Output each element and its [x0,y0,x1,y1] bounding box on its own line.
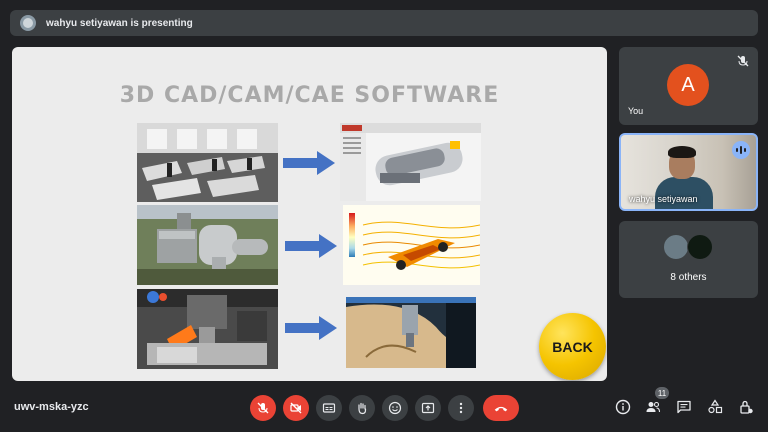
participant-tile-others[interactable]: 8 others [619,221,758,298]
emoji-icon [388,401,402,415]
arrow-right-icon [285,234,337,258]
meet-window: wahyu setiyawan is presenting 3D CAD/CAM… [0,0,768,432]
emoji-reaction-button[interactable] [382,395,408,421]
arrow-right-icon [285,316,337,340]
chat-button[interactable] [675,398,693,416]
raise-hand-icon [358,402,367,415]
presenting-text: wahyu setiyawan is presenting [46,17,193,29]
plant-3d-model [137,205,278,285]
participant-tile-you[interactable]: A You [619,47,758,125]
presenter-hair [668,146,696,158]
lock-person-icon [740,400,753,414]
presenting-banner: wahyu setiyawan is presenting [10,10,758,36]
presenter-avatar [20,15,36,31]
cnc-machining-photo [137,289,278,369]
participant-tile-presenter[interactable]: wahyu setiyawan [619,133,758,211]
host-controls-button[interactable] [737,398,755,416]
avatar [663,234,689,260]
chat-icon [677,400,691,414]
participant-name: wahyu setiyawan [629,194,698,204]
participant-count-badge: 11 [655,387,669,399]
present-now-button[interactable] [415,395,441,421]
arrow-right-icon [283,151,335,175]
people-button[interactable] [644,398,662,416]
speaking-indicator-icon [732,141,750,159]
more-options-button[interactable] [448,395,474,421]
cfd-simulation-screenshot [343,205,480,285]
mic-off-icon [257,402,269,414]
people-icon [646,401,661,413]
activities-button[interactable] [706,398,724,416]
meeting-details-button[interactable] [614,398,632,416]
cam-toolpath-screenshot [346,297,476,368]
leave-call-button[interactable] [483,395,519,421]
activities-icon [708,399,723,414]
mic-off-icon [737,55,749,67]
camera-toggle-button[interactable] [283,395,309,421]
end-call-icon [494,406,508,412]
raise-hand-button[interactable] [349,395,375,421]
camera-off-icon [290,402,302,414]
participant-name: You [628,106,644,116]
slide-title: 3D CAD/CAM/CAE SOFTWARE [119,83,500,108]
captions-button[interactable] [316,395,342,421]
info-icon [615,399,631,415]
meeting-code: uwv-mska-yzc [14,401,89,413]
back-button[interactable]: BACK [539,313,606,380]
mic-toggle-button[interactable] [250,395,276,421]
avatar [687,234,713,260]
present-icon [421,402,435,414]
drafting-room-photo [137,123,278,202]
cad-software-screenshot [340,123,481,201]
presentation-stage: 3D CAD/CAM/CAE SOFTWARE BACK [12,47,607,381]
avatar: A [667,64,709,106]
more-options-icon [459,402,463,414]
captions-icon [322,403,336,413]
others-label: 8 others [670,272,707,283]
